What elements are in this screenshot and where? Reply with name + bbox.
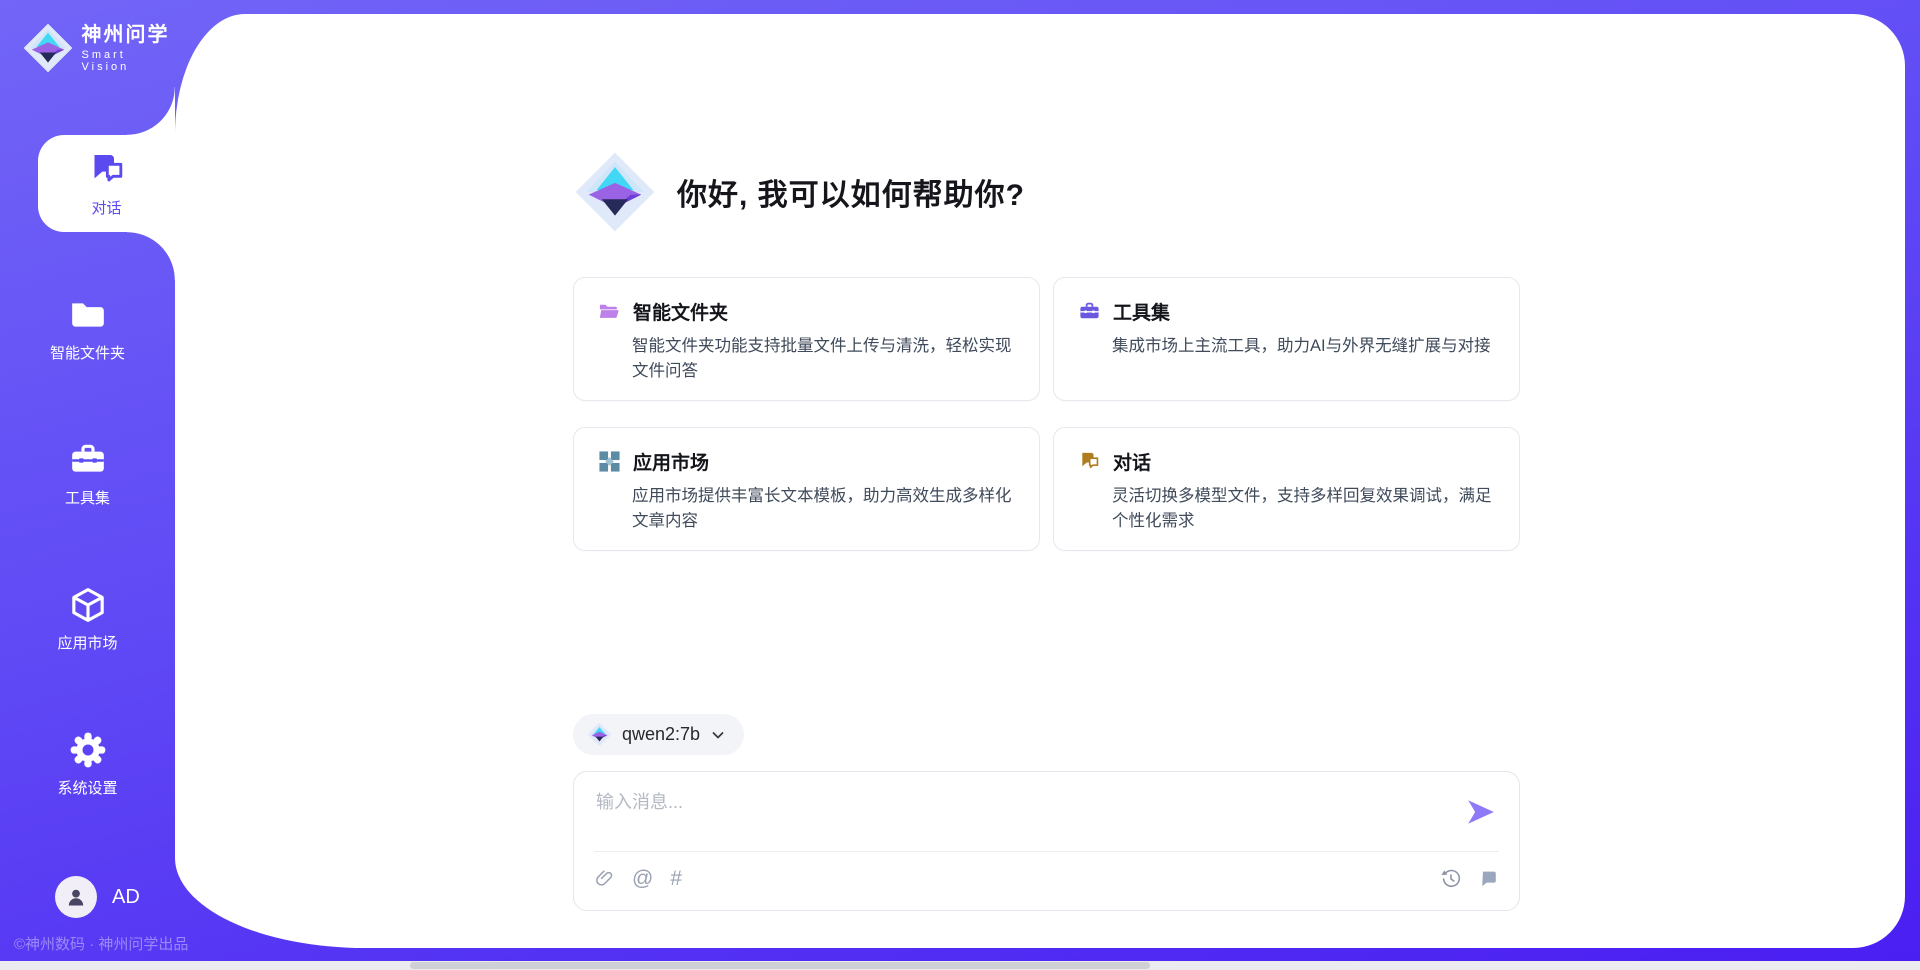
send-button[interactable] (1465, 796, 1497, 828)
briefcase-icon (1078, 300, 1101, 323)
chevron-down-icon (710, 727, 726, 743)
main-panel: 你好, 我可以如何帮助你? 智能文件夹 智能文件夹功能支持批量文件上传与清洗，轻… (175, 14, 1905, 948)
history-icon (1440, 868, 1462, 890)
main-content: 你好, 我可以如何帮助你? 智能文件夹 智能文件夹功能支持批量文件上传与清洗，轻… (573, 14, 1520, 948)
model-selector[interactable]: qwen2:7b (573, 714, 744, 755)
card-description: 智能文件夹功能支持批量文件上传与清洗，轻松实现文件问答 (632, 334, 1015, 384)
avatar (55, 876, 97, 918)
composer-toolbar: @ # (594, 868, 682, 889)
composer-right-tools (1440, 868, 1499, 890)
folder-open-icon (598, 300, 621, 323)
at-icon[interactable]: @ (632, 868, 653, 889)
sidebar-item-label: 应用市场 (57, 632, 117, 653)
sidebar-item-label: 智能文件夹 (50, 342, 125, 363)
card-title: 工具集 (1113, 298, 1170, 325)
chat-icon (1078, 450, 1101, 473)
app-root: 神州问学 Smart Vision 对话 智能文件夹 (0, 0, 1920, 970)
card-toolset[interactable]: 工具集 集成市场上主流工具，助力AI与外界无缝扩展与对接 (1053, 277, 1520, 401)
sidebar-item-app-market[interactable]: 应用市场 (0, 570, 175, 667)
chat-icon (87, 150, 127, 190)
card-smart-folder[interactable]: 智能文件夹 智能文件夹功能支持批量文件上传与清洗，轻松实现文件问答 (573, 277, 1040, 401)
message-composer: @ # (573, 771, 1520, 911)
copyright-text: ©神州数码 · 神州问学出品 (14, 933, 188, 954)
brand-subtitle: Smart Vision (82, 49, 175, 73)
brand-diamond-icon (22, 22, 72, 74)
horizontal-scrollbar[interactable] (0, 961, 1920, 970)
sidebar-item-label: 工具集 (65, 487, 110, 508)
sidebar-item-settings[interactable]: 系统设置 (0, 715, 175, 812)
sidebar-item-label: 系统设置 (57, 777, 117, 798)
card-app-market[interactable]: 应用市场 应用市场提供丰富长文本模板，助力高效生成多样化文章内容 (573, 427, 1040, 551)
brand-diamond-icon (587, 722, 612, 747)
brand-diamond-icon (573, 150, 657, 234)
folder-icon (68, 295, 108, 335)
card-title: 对话 (1113, 448, 1151, 475)
briefcase-icon (68, 440, 108, 480)
cube-icon (68, 585, 108, 625)
grid-cube-icon (598, 450, 621, 473)
hash-icon[interactable]: # (670, 868, 682, 889)
history-button[interactable] (1440, 868, 1462, 890)
greeting: 你好, 我可以如何帮助你? (573, 150, 1025, 234)
brand-title: 神州问学 (82, 23, 175, 47)
sidebar-nav: 对话 智能文件夹 工具集 (0, 135, 175, 860)
user-avatar-icon (64, 885, 88, 909)
card-title: 应用市场 (633, 448, 709, 475)
attach-button[interactable] (594, 868, 615, 889)
feature-cards: 智能文件夹 智能文件夹功能支持批量文件上传与清洗，轻松实现文件问答 工具 (573, 277, 1520, 551)
message-input[interactable] (594, 786, 1438, 846)
greeting-text: 你好, 我可以如何帮助你? (677, 170, 1025, 214)
sidebar-item-smart-folder[interactable]: 智能文件夹 (0, 280, 175, 377)
sidebar-item-chat[interactable]: 对话 (38, 135, 175, 232)
comment-icon (1477, 868, 1499, 890)
user-name: AD (112, 886, 140, 909)
gear-icon (68, 730, 108, 770)
brand: 神州问学 Smart Vision (22, 22, 175, 74)
user-profile[interactable]: AD (55, 876, 140, 918)
sidebar: 神州问学 Smart Vision 对话 智能文件夹 (0, 0, 175, 970)
comment-button[interactable] (1477, 868, 1499, 890)
scrollbar-thumb[interactable] (410, 962, 1150, 969)
composer-divider (594, 851, 1499, 852)
paperclip-icon (594, 868, 615, 889)
sidebar-item-toolset[interactable]: 工具集 (0, 425, 175, 522)
model-name: qwen2:7b (622, 724, 700, 745)
card-chat[interactable]: 对话 灵活切换多模型文件，支持多样回复效果调试，满足个性化需求 (1053, 427, 1520, 551)
card-description: 应用市场提供丰富长文本模板，助力高效生成多样化文章内容 (632, 484, 1015, 534)
card-description: 集成市场上主流工具，助力AI与外界无缝扩展与对接 (1112, 334, 1495, 359)
card-title: 智能文件夹 (633, 298, 728, 325)
send-icon (1465, 796, 1497, 828)
sidebar-item-label: 对话 (91, 197, 121, 218)
card-description: 灵活切换多模型文件，支持多样回复效果调试，满足个性化需求 (1112, 484, 1495, 534)
